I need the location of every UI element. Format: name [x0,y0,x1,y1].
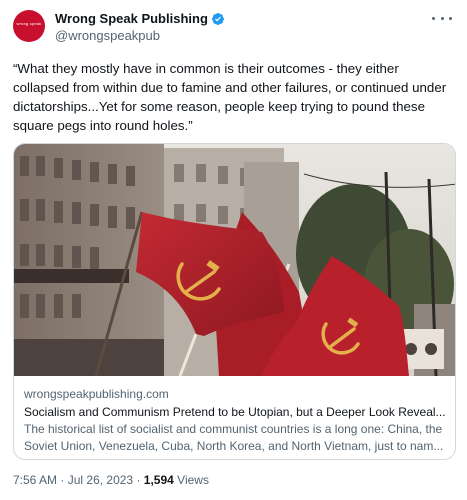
avatar-logo-text: wrong speak [16,21,42,26]
meta-separator: · [60,473,65,487]
handle[interactable]: @wrongspeakpub [55,28,160,43]
card-body[interactable]: wrongspeakpublishing.com Socialism and C… [14,376,455,459]
tweet-meta: 7:56 AM · Jul 26, 2023 · 1,594 Views [13,473,209,487]
card-title: Socialism and Communism Pretend to be Ut… [24,405,446,419]
display-name[interactable]: Wrong Speak Publishing [55,11,208,26]
more-dot [449,16,452,20]
tweet-date[interactable]: Jul 26, 2023 [68,473,133,487]
more-dot [440,16,444,20]
tweet-time[interactable]: 7:56 AM [13,473,57,487]
meta-separator: · [136,473,141,487]
card-description: The historical list of socialist and com… [24,422,444,453]
more-dot [432,16,435,20]
views-label: Views [177,473,209,487]
card-image[interactable] [14,144,456,376]
tweet-header: wrong speak Wrong Speak Publishing @wron… [13,10,458,46]
views-count[interactable]: 1,594 [144,473,174,487]
tweet-text: “What they mostly have in common is thei… [13,61,447,133]
name-row: Wrong Speak Publishing [55,11,225,26]
card-domain: wrongspeakpublishing.com [24,387,169,401]
avatar[interactable]: wrong speak [13,10,45,42]
verified-badge-icon [211,12,224,25]
link-card[interactable]: wrongspeakpublishing.com Socialism and C… [13,143,456,460]
more-options-icon[interactable] [432,10,452,26]
